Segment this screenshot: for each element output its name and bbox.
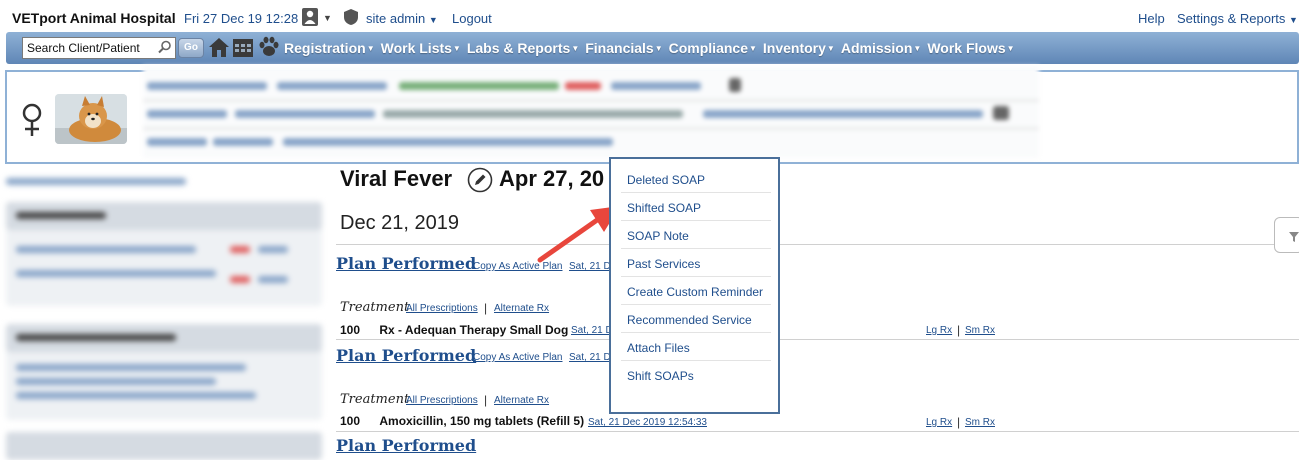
nav-labs-reports[interactable]: Labs & Reports▼ <box>467 40 585 56</box>
nav-inventory[interactable]: Inventory▼ <box>763 40 841 56</box>
patient-photo <box>55 94 127 144</box>
blurred-sidebar <box>0 166 336 460</box>
menu-item-recommended-service[interactable]: Recommended Service <box>621 305 771 333</box>
divider <box>336 339 1299 340</box>
nav-financials[interactable]: Financials▼ <box>585 40 668 56</box>
rx-date-link[interactable]: Sat, 21 D <box>571 325 613 336</box>
home-icon[interactable] <box>206 34 232 60</box>
separator: | <box>484 301 488 315</box>
user-icon[interactable] <box>302 8 318 26</box>
rx-name: Rx - Adequan Therapy Small Dog <box>379 323 569 337</box>
nav-work-lists[interactable]: Work Lists▼ <box>381 40 467 56</box>
plan-performed-title-partial[interactable]: Plan Performed <box>336 436 476 455</box>
menu-item-past-services[interactable]: Past Services <box>621 249 771 277</box>
logout-link[interactable]: Logout <box>452 11 492 26</box>
rx-row: 100 Rx - Adequan Therapy Small Dog <box>340 323 568 337</box>
separator: | <box>484 393 488 407</box>
username-menu[interactable]: site admin ▼ <box>366 11 438 26</box>
sm-rx-link[interactable]: Sm Rx <box>965 325 995 336</box>
menu-item-create-custom-reminder[interactable]: Create Custom Reminder <box>621 277 771 305</box>
rx-quantity: 100 <box>340 414 361 428</box>
lg-rx-link[interactable]: Lg Rx <box>926 325 952 336</box>
top-bar: VETport Animal Hospital Fri 27 Dec 19 12… <box>0 0 1299 32</box>
copy-as-active-plan-link[interactable]: Copy As Active Plan <box>473 352 563 363</box>
settings-reports-menu[interactable]: Settings & Reports ▼ <box>1177 11 1298 26</box>
lg-rx-link[interactable]: Lg Rx <box>926 417 952 428</box>
plan-performed-title[interactable]: Plan Performed <box>336 346 476 365</box>
user-menu-chevron-down-icon[interactable]: ▼ <box>323 13 332 23</box>
nav-work-flows[interactable]: Work Flows▼ <box>927 40 1020 56</box>
rx-name: Amoxicillin, 150 mg tablets (Refill 5) <box>379 414 585 428</box>
menu-item-attach-files[interactable]: Attach Files <box>621 333 771 361</box>
menu-item-soap-note[interactable]: SOAP Note <box>621 221 771 249</box>
nav-menu: Registration▼ Work Lists▼ Labs & Reports… <box>284 40 1021 56</box>
current-datetime: Fri 27 Dec 19 12:28 <box>184 11 299 26</box>
search-input[interactable] <box>22 37 176 59</box>
all-prescriptions-link[interactable]: All Prescriptions <box>406 395 478 406</box>
nav-compliance[interactable]: Compliance▼ <box>669 40 763 56</box>
separator: | <box>957 323 961 337</box>
treatment-label: Treatment <box>340 300 410 315</box>
separator: | <box>957 415 961 429</box>
help-link[interactable]: Help <box>1138 11 1165 26</box>
problem-date: Apr 27, 20 <box>499 166 605 191</box>
divider <box>336 244 1299 245</box>
hospital-name: VETport Animal Hospital <box>12 10 176 26</box>
soap-options-menu: Deleted SOAP Shifted SOAP SOAP Note Past… <box>609 157 780 414</box>
blurred-patient-info <box>143 66 1039 158</box>
search-icon[interactable] <box>158 40 172 54</box>
problem-title: Viral Fever <box>340 166 453 191</box>
paw-icon[interactable] <box>256 34 282 60</box>
rx-quantity: 100 <box>340 323 361 337</box>
female-symbol-icon <box>22 103 42 136</box>
filter-button[interactable] <box>1274 217 1299 253</box>
menu-item-shifted-soap[interactable]: Shifted SOAP <box>621 193 771 221</box>
calendar-icon[interactable] <box>230 34 256 60</box>
visit-date-heading: Dec 21, 2019 <box>340 212 459 234</box>
edit-pencil-icon[interactable] <box>467 167 493 193</box>
divider <box>336 431 1299 432</box>
main-nav-bar: Go Registration▼ Work Lists▼ Labs & Repo… <box>6 32 1299 64</box>
plan-performed-title[interactable]: Plan Performed <box>336 254 476 273</box>
menu-item-deleted-soap[interactable]: Deleted SOAP <box>621 165 771 193</box>
alternate-rx-link[interactable]: Alternate Rx <box>494 395 549 406</box>
go-button[interactable]: Go <box>178 38 204 58</box>
nav-registration[interactable]: Registration▼ <box>284 40 381 56</box>
menu-item-shift-soaps[interactable]: Shift SOAPs <box>621 361 771 389</box>
sm-rx-link[interactable]: Sm Rx <box>965 417 995 428</box>
nav-admission[interactable]: Admission▼ <box>841 40 928 56</box>
filter-icon <box>1289 232 1299 242</box>
alternate-rx-link[interactable]: Alternate Rx <box>494 303 549 314</box>
rx-row: 100 Amoxicillin, 150 mg tablets (Refill … <box>340 414 584 428</box>
patient-header <box>5 66 1299 164</box>
rx-date-link[interactable]: Sat, 21 Dec 2019 12:54:33 <box>588 417 707 428</box>
treatment-label: Treatment <box>340 392 410 407</box>
all-prescriptions-link[interactable]: All Prescriptions <box>406 303 478 314</box>
plan-date-link[interactable]: Sat, 21 D <box>569 352 611 363</box>
shield-icon <box>344 9 358 25</box>
